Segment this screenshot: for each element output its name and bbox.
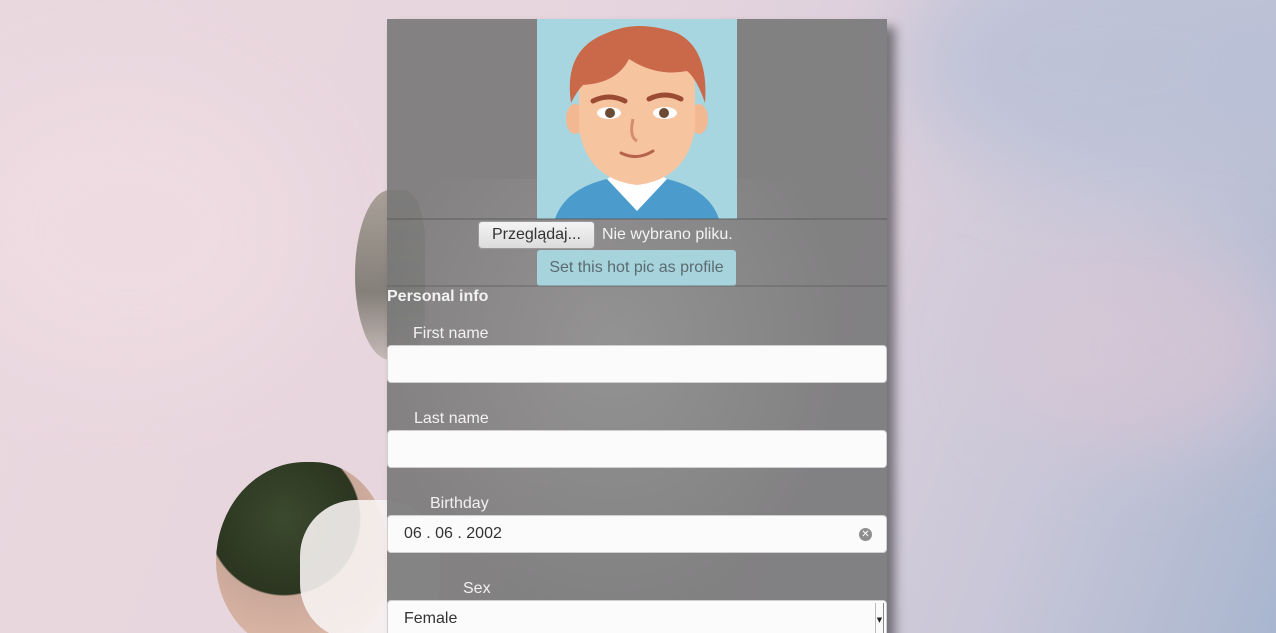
cartoon-man-avatar-icon [537,19,737,219]
first-name-input[interactable] [387,345,887,383]
browse-file-button[interactable]: Przeglądaj... [478,221,595,249]
profile-panel: Przeglądaj... Nie wybrano pliku. Set thi… [387,19,887,633]
profile-avatar [537,19,737,219]
last-name-input[interactable] [387,430,887,468]
set-profile-picture-button[interactable]: Set this hot pic as profile [537,250,736,286]
chevron-down-icon[interactable]: ▼ [875,603,884,633]
sex-select[interactable]: Female ▼ [387,600,887,633]
section-divider [387,285,887,287]
background-cloud [900,0,1276,180]
avatar-divider [387,218,887,220]
birthday-date-input[interactable]: 06 . 06 . 2002 ✕ [387,515,887,553]
birthday-label: Birthday [430,495,489,512]
file-picker: Przeglądaj... Nie wybrano pliku. [478,221,733,249]
birthday-value: 06 . 06 . 2002 [404,525,502,542]
personal-info-heading: Personal info [387,288,489,305]
sex-label: Sex [463,580,491,597]
background-cloud [1000,250,1276,450]
clear-date-icon[interactable]: ✕ [859,528,872,541]
file-status-text: Nie wybrano pliku. [601,226,733,243]
sex-selected-value: Female [404,610,458,627]
background-cloud [0,80,310,380]
last-name-label: Last name [414,410,489,427]
first-name-label: First name [413,325,489,342]
